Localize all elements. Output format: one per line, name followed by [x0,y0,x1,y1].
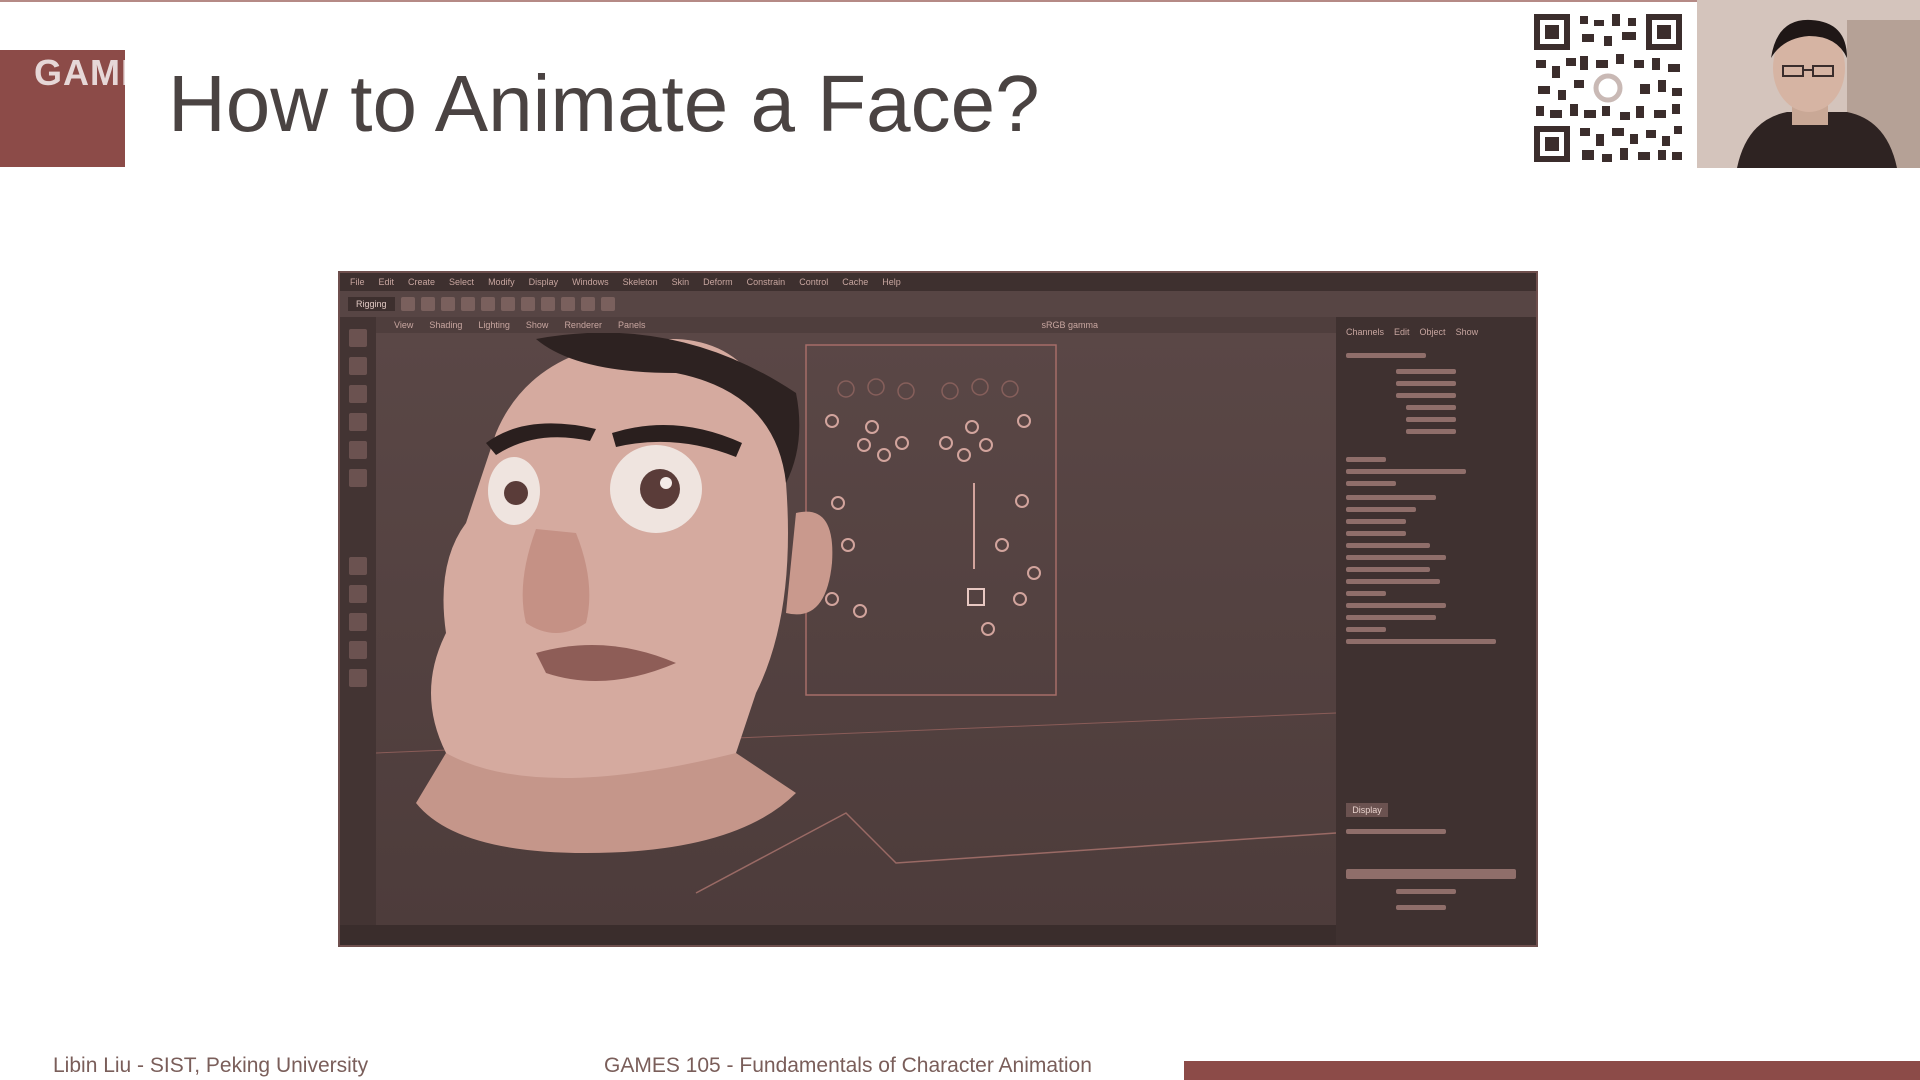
layer-row[interactable] [1346,869,1516,879]
redo-icon[interactable] [480,297,495,311]
input-row[interactable] [1346,579,1440,584]
menu-item[interactable]: Cache [842,277,868,287]
channel-tab[interactable]: Channels [1346,327,1384,337]
input-row[interactable] [1346,627,1386,632]
shape-row[interactable] [1346,469,1466,474]
color-space-label[interactable]: sRGB gamma [1042,320,1099,330]
open-scene-icon[interactable] [420,297,435,311]
layout-outliner-icon[interactable] [349,669,367,687]
footer-course: GAMES 105 - Fundamentals of Character An… [604,1054,1092,1077]
top-rule [0,0,1920,2]
channel-row[interactable] [1406,429,1456,434]
menu-item[interactable]: Modify [488,277,515,287]
channel-row[interactable] [1406,405,1456,410]
channel-row[interactable] [1396,369,1456,374]
footer-accent-bar [1184,1061,1920,1080]
menu-item[interactable]: Help [882,277,901,287]
app-menubar: File Edit Create Select Modify Display W… [340,273,1536,291]
presenter-webcam [1697,0,1920,168]
channel-row[interactable] [1396,393,1456,398]
menu-item[interactable]: Deform [703,277,733,287]
snap-grid-icon[interactable] [520,297,535,311]
status-bar [340,925,1336,945]
channel-box: Channels Edit Object Show Display [1336,317,1536,945]
save-scene-icon[interactable] [440,297,455,311]
3d-viewport[interactable] [376,333,1336,925]
layout-single-icon[interactable] [349,557,367,575]
move-tool-icon[interactable] [349,413,367,431]
panel-menu-item[interactable]: Renderer [564,320,602,330]
select-mode-icon[interactable] [500,297,515,311]
paint-tool-icon[interactable] [349,385,367,403]
tool-box [340,317,376,945]
menu-item[interactable]: Skeleton [623,277,658,287]
menu-item[interactable]: Constrain [747,277,786,287]
undo-icon[interactable] [460,297,475,311]
ipr-render-icon[interactable] [600,297,615,311]
input-row[interactable] [1346,531,1406,536]
channel-tab[interactable]: Show [1456,327,1479,337]
menu-item[interactable]: Windows [572,277,609,287]
layer-options[interactable] [1346,829,1446,834]
footer-author: Libin Liu - SIST, Peking University [53,1054,369,1077]
maya-screenshot: File Edit Create Select Modify Display W… [338,271,1538,947]
menu-item[interactable]: Control [799,277,828,287]
app-toolbar: Rigging [340,291,1536,317]
new-scene-icon[interactable] [400,297,415,311]
menu-item[interactable]: Skin [672,277,690,287]
panel-menu-item[interactable]: Shading [429,320,462,330]
menu-item[interactable]: Select [449,277,474,287]
menu-item[interactable]: File [350,277,365,287]
input-row[interactable] [1346,543,1430,548]
select-tool-icon[interactable] [349,329,367,347]
panel-menubar: View Shading Lighting Show Renderer Pane… [376,317,1336,333]
scale-tool-icon[interactable] [349,469,367,487]
menu-item[interactable]: Display [529,277,559,287]
layout-stack-icon[interactable] [349,641,367,659]
input-row[interactable] [1346,495,1436,500]
inputs-header [1346,481,1396,486]
snap-curve-icon[interactable] [540,297,555,311]
input-row[interactable] [1346,567,1430,572]
menu-item[interactable]: Edit [379,277,395,287]
input-row[interactable] [1346,507,1416,512]
qr-code-icon [1530,10,1686,166]
panel-menu-item[interactable]: Lighting [478,320,510,330]
panel-menu-item[interactable]: Panels [618,320,646,330]
snap-point-icon[interactable] [560,297,575,311]
input-row[interactable] [1346,591,1386,596]
layout-four-icon[interactable] [349,585,367,603]
input-row[interactable] [1346,603,1446,608]
panel-menu-item[interactable]: View [394,320,413,330]
panel-menu-item[interactable]: Show [526,320,549,330]
channel-tab[interactable]: Object [1420,327,1446,337]
rotate-tool-icon[interactable] [349,441,367,459]
input-row[interactable] [1346,555,1446,560]
layer-row[interactable] [1396,889,1456,894]
input-row[interactable] [1346,615,1436,620]
mode-selector[interactable]: Rigging [348,297,395,311]
channel-row[interactable] [1396,381,1456,386]
channel-tab[interactable]: Edit [1394,327,1410,337]
channel-row[interactable] [1346,353,1426,358]
input-row[interactable] [1346,519,1406,524]
display-tab[interactable]: Display [1346,803,1388,817]
slide-title: How to Animate a Face? [168,59,1040,148]
input-row[interactable] [1346,639,1496,644]
render-icon[interactable] [580,297,595,311]
shapes-header [1346,457,1386,462]
layout-side-icon[interactable] [349,613,367,631]
channel-row[interactable] [1406,417,1456,422]
menu-item[interactable]: Create [408,277,435,287]
layer-row[interactable] [1396,905,1446,910]
lasso-tool-icon[interactable] [349,357,367,375]
